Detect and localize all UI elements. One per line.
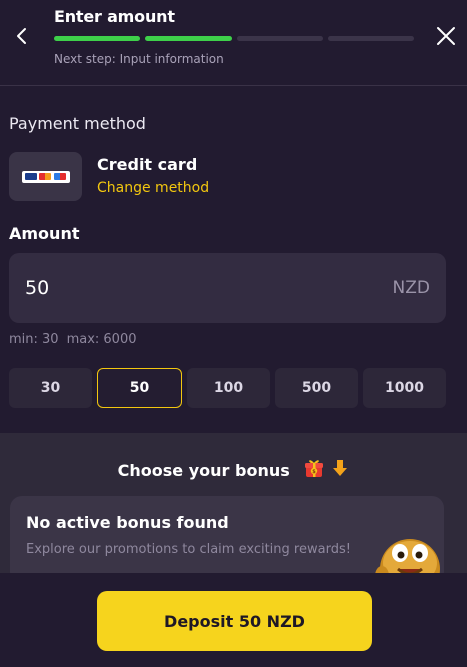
payment-method-card[interactable] bbox=[9, 152, 82, 201]
close-button[interactable] bbox=[432, 22, 460, 50]
svg-text:$: $ bbox=[313, 469, 317, 475]
card-brands-icon bbox=[21, 170, 70, 183]
footer: Deposit 50 NZD bbox=[0, 573, 467, 667]
amount-label: Amount bbox=[9, 224, 80, 243]
payment-method-label: Payment method bbox=[9, 114, 146, 133]
progress-bar bbox=[54, 36, 414, 41]
max-limit: max: 6000 bbox=[66, 332, 137, 347]
deposit-button[interactable]: Deposit 50 NZD bbox=[97, 591, 372, 651]
next-step-text: Next step: Input information bbox=[54, 52, 224, 66]
payment-method-name: Credit card bbox=[97, 155, 198, 174]
amount-limits: min: 30 max: 6000 bbox=[9, 332, 137, 347]
back-button[interactable] bbox=[8, 22, 36, 50]
preset-500-button[interactable]: 500 bbox=[275, 368, 358, 408]
chevron-left-icon bbox=[17, 28, 26, 44]
amount-presets: 30 50 100 500 1000 bbox=[9, 368, 446, 408]
preset-100-button[interactable]: 100 bbox=[187, 368, 270, 408]
progress-segment bbox=[54, 36, 141, 41]
step-title: Enter amount bbox=[54, 7, 175, 26]
bonus-card: No active bonus found Explore our promot… bbox=[10, 496, 444, 584]
bonus-heading: Choose your bonus $ bbox=[0, 457, 467, 480]
amount-input[interactable]: 50 bbox=[25, 277, 49, 299]
preset-1000-button[interactable]: 1000 bbox=[363, 368, 446, 408]
close-icon bbox=[437, 27, 455, 45]
preset-30-button[interactable]: 30 bbox=[9, 368, 92, 408]
bonus-card-description: Explore our promotions to claim exciting… bbox=[26, 542, 351, 557]
currency-label: NZD bbox=[392, 278, 430, 298]
arrow-down-icon bbox=[333, 460, 348, 476]
bonus-title: Choose your bonus bbox=[117, 461, 290, 480]
bonus-card-title: No active bonus found bbox=[26, 513, 229, 532]
min-limit: min: 30 bbox=[9, 332, 59, 347]
amount-field[interactable]: 50 NZD bbox=[9, 253, 446, 323]
header: Enter amount Next step: Input informatio… bbox=[0, 0, 467, 86]
gift-icon: $ bbox=[305, 460, 324, 477]
progress-segment bbox=[327, 36, 414, 41]
progress-segment bbox=[236, 36, 323, 41]
change-method-link[interactable]: Change method bbox=[97, 180, 209, 196]
preset-50-button[interactable]: 50 bbox=[97, 368, 182, 408]
progress-segment bbox=[145, 36, 232, 41]
